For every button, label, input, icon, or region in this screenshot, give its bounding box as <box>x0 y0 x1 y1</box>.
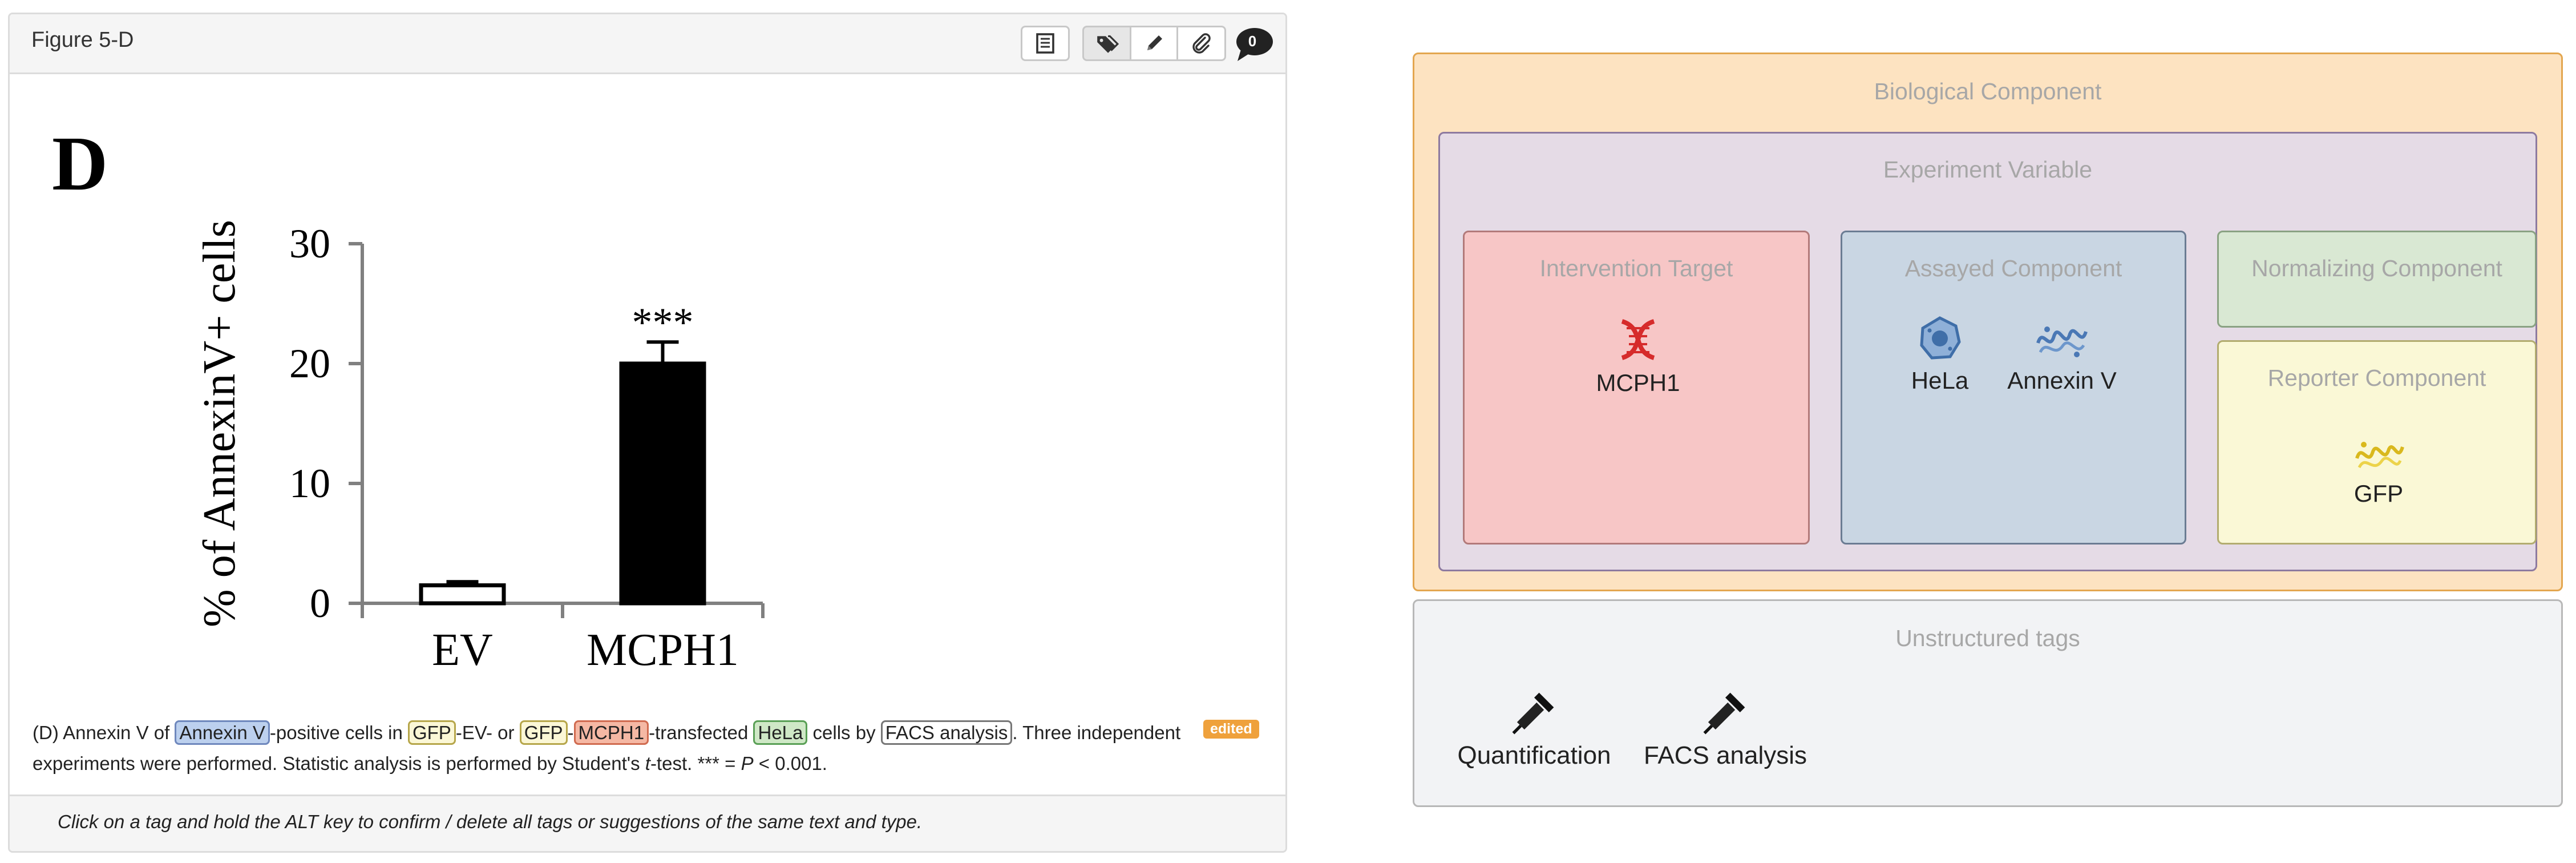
tag-label: FACS analysis <box>1643 741 1807 769</box>
caption-text: < 0.001. <box>753 753 827 774</box>
intervention-target-box[interactable]: Intervention Target MCPH1 <box>1463 231 1810 545</box>
entity-label: Annexin V <box>2007 367 2117 394</box>
entity-hela[interactable]: HeLa <box>1897 314 1983 394</box>
bar-ev <box>419 583 506 606</box>
y-tick-label: 30 <box>289 221 330 267</box>
tag-facs-analysis[interactable]: FACS analysis <box>880 720 1013 745</box>
biological-component-label: Biological Component <box>1874 78 2102 104</box>
figure-header: Figure 5-D 0 <box>10 14 1285 74</box>
protein-icon <box>2355 442 2404 469</box>
caption-text: -positive cells in <box>269 722 408 743</box>
tags-icon <box>1097 35 1119 53</box>
figure-caption: (D) Annexin V of Annexin V -positive cell… <box>33 717 1219 779</box>
x-tick-label: MCPH1 <box>587 625 739 675</box>
tag-gfp[interactable]: GFP <box>519 720 568 745</box>
pencil-icon <box>1147 35 1162 50</box>
cell-icon <box>1920 316 1961 360</box>
bar-chart: 0 10 20 30 % of AnnexinV+ cells EV MCPH1 *** <box>195 220 765 675</box>
experiment-variable-label: Experiment Variable <box>1883 156 2093 183</box>
entity-gfp[interactable]: GFP <box>2333 435 2424 507</box>
caption-text: -EV- or <box>455 722 520 743</box>
caption-text: -test. *** = <box>650 753 741 774</box>
comments-button[interactable]: 0 <box>1234 27 1275 62</box>
protein-icon <box>2036 326 2088 357</box>
entity-label: GFP <box>2353 480 2404 507</box>
reporter-component-box[interactable]: Reporter Component GFP <box>2217 340 2537 545</box>
dna-icon <box>1621 319 1655 360</box>
entity-mcph1[interactable]: MCPH1 <box>1587 314 1689 397</box>
edit-button[interactable] <box>1131 26 1178 61</box>
bar-mcph1 <box>619 361 706 606</box>
normalizing-component-box[interactable]: Normalizing Component <box>2217 231 2537 328</box>
caption-text: t <box>645 753 650 774</box>
experiment-variable-box: Experiment Variable Intervention Target … <box>1438 132 2537 571</box>
caption-text: P <box>741 753 754 774</box>
y-tick-label: 0 <box>310 580 330 626</box>
x-tick-label: EV <box>432 625 493 675</box>
entity-label: HeLa <box>1911 367 1969 394</box>
assayed-component-box[interactable]: Assayed Component HeLa Annexin V <box>1841 231 2186 545</box>
assayed-component-label: Assayed Component <box>1904 255 2122 281</box>
entity-annexin-v[interactable]: Annexin V <box>1996 318 2128 394</box>
y-tick-label: 20 <box>289 341 330 386</box>
caption-text: (D) Annexin V of <box>33 722 175 743</box>
unstructured-tags-label: Unstructured tags <box>1895 625 2080 651</box>
entity-label: MCPH1 <box>1596 369 1680 396</box>
tag-label: Quantification <box>1457 741 1611 769</box>
reporter-component-label: Reporter Component <box>2267 365 2486 391</box>
list-icon <box>1036 33 1054 54</box>
normalizing-component-label: Normalizing Component <box>2251 255 2502 281</box>
biological-component-box: Biological Component Experiment Variable… <box>1413 53 2563 591</box>
unstructured-tag-facs-analysis[interactable]: FACS analysis <box>1634 688 1817 770</box>
footer-hint: Click on a tag and hold the ALT key to c… <box>58 811 923 832</box>
unstructured-tags-box: Unstructured tags Quantification FACS an… <box>1413 599 2563 807</box>
paperclip-icon <box>1192 33 1211 54</box>
figure-panel: Figure 5-D 0 D 0 10 20 30 % of AnnexinV+… <box>8 13 1287 853</box>
tag-mcph1[interactable]: MCPH1 <box>573 720 649 745</box>
list-view-button[interactable] <box>1021 26 1070 61</box>
y-axis-label: % of AnnexinV+ cells <box>195 220 245 627</box>
caption-text: -transfected <box>649 722 754 743</box>
unstructured-tag-quantification[interactable]: Quantification <box>1449 688 1620 770</box>
comment-count: 0 <box>1248 33 1257 50</box>
pipette-icon <box>1512 692 1554 735</box>
tag-mode-button[interactable] <box>1082 26 1131 61</box>
attach-button[interactable] <box>1178 26 1226 61</box>
pipette-icon <box>1703 692 1745 735</box>
y-tick-label: 10 <box>289 461 330 506</box>
figure-title: Figure 5-D <box>31 28 134 52</box>
intervention-target-label: Intervention Target <box>1539 255 1733 281</box>
tag-hela[interactable]: HeLa <box>753 720 808 745</box>
tag-annexin-v[interactable]: Annexin V <box>175 720 270 745</box>
tag-gfp[interactable]: GFP <box>407 720 456 745</box>
edited-badge: edited <box>1203 720 1259 739</box>
figure-image: D 0 10 20 30% of AnnexinV+ cells EV MCPH1 *** <box>10 74 1285 719</box>
figure-footer: Click on a tag and hold the ALT key to c… <box>10 795 1285 851</box>
caption-text: - <box>567 722 574 743</box>
significance-label: *** <box>632 300 694 345</box>
caption-text: cells by <box>807 722 881 743</box>
